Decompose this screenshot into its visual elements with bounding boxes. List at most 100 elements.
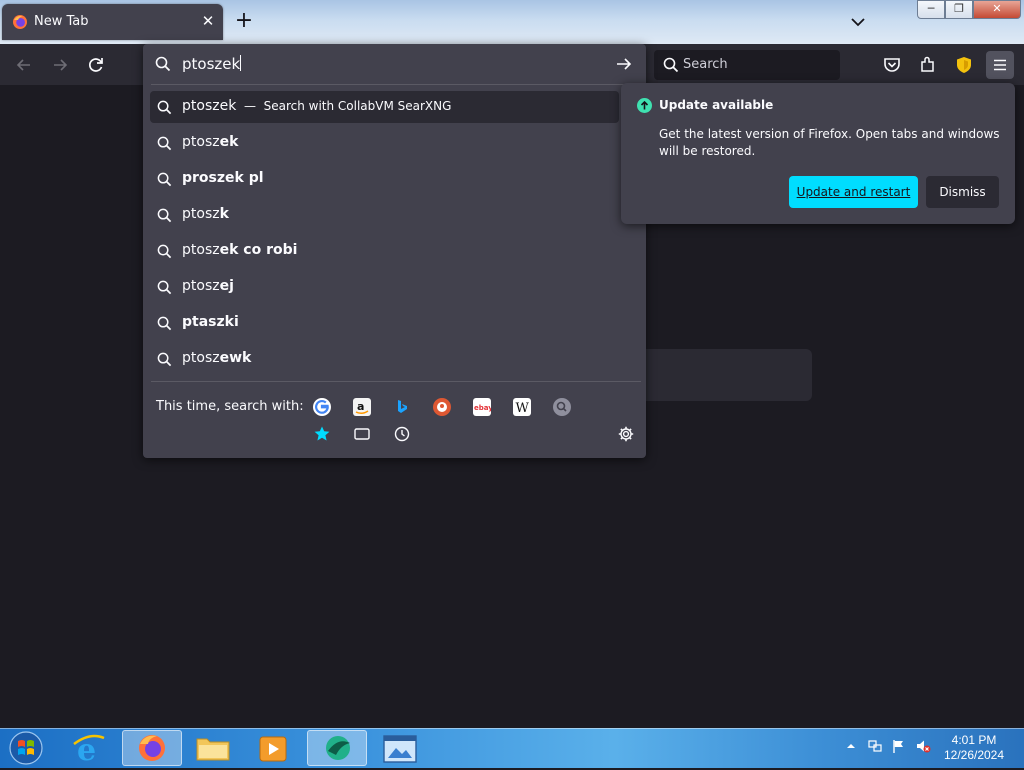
suggestion-row[interactable]: ptoszek co robi (150, 235, 619, 267)
close-window-button[interactable]: ✕ (973, 0, 1021, 19)
extensions-icon[interactable] (914, 51, 942, 79)
suggestion-prefix: ptosz (182, 350, 220, 366)
taskbar-firefox[interactable] (122, 730, 182, 766)
update-doorhanger: Update available Get the latest version … (621, 83, 1015, 224)
doorhanger-message: Get the latest version of Firefox. Open … (659, 127, 1000, 158)
new-tab-card (646, 349, 812, 401)
separator: — (243, 99, 256, 113)
taskbar-file-explorer[interactable] (183, 730, 243, 766)
pocket-icon[interactable] (878, 51, 906, 79)
suggestion-prefix: ptosz (182, 134, 220, 150)
search-icon (157, 316, 172, 331)
amazon-icon[interactable]: a (353, 398, 371, 416)
reload-icon[interactable] (83, 52, 109, 78)
search-icon (157, 172, 172, 187)
bing-icon[interactable] (393, 398, 411, 416)
internet-explorer-icon: e (73, 733, 105, 768)
tab-title: New Tab (34, 14, 89, 29)
clock-date: 12/26/2024 (943, 748, 1005, 762)
suggestion-row[interactable]: ptoszej (150, 271, 619, 303)
close-tab-icon[interactable]: ✕ (198, 11, 218, 31)
star-icon[interactable] (313, 425, 331, 443)
new-tab-button[interactable]: + (232, 10, 256, 34)
suggestion-text: ptoszek co robi (182, 242, 297, 258)
minimize-button[interactable]: ─ (917, 0, 945, 19)
update-and-restart-button[interactable]: Update and restart (789, 176, 918, 208)
search-action-row[interactable]: ptoszek — Search with CollabVM SearXNG (150, 91, 619, 123)
suggestion-completion: ek co robi (219, 242, 298, 258)
shield-extension-icon[interactable] (950, 51, 978, 79)
search-icon (663, 57, 679, 73)
network-icon[interactable] (867, 738, 883, 754)
url-input[interactable]: ptoszek (143, 44, 646, 84)
collabvm-icon (326, 736, 350, 760)
update-arrow-icon (637, 98, 652, 113)
suggestion-text: ptoszek (182, 134, 238, 150)
suggestion-row[interactable]: ptaszki (150, 307, 619, 339)
hamburger-icon (994, 59, 1006, 71)
search-action-text: — Search with CollabVM SearXNG (236, 99, 451, 113)
suggestion-text: proszek pl (182, 170, 264, 186)
suggestion-row[interactable]: ptoszk (150, 199, 619, 231)
dismiss-button[interactable]: Dismiss (926, 176, 999, 208)
clock-time: 4:01 PM (951, 733, 997, 747)
suggestion-completion: ek (219, 134, 239, 150)
suggestion-row[interactable]: ptoszek (150, 127, 619, 159)
google-icon[interactable] (313, 398, 331, 416)
suggestion-completion: proszek pl (182, 170, 264, 186)
divider (151, 84, 641, 85)
app-menu-button[interactable] (986, 51, 1014, 79)
suggestion-prefix: ptosz (182, 242, 220, 258)
forward-icon[interactable] (47, 52, 73, 78)
suggestion-prefix: ptosz (182, 206, 220, 222)
search-icon (157, 244, 172, 259)
firefox-icon (13, 15, 27, 29)
window-controls: ─ ❐ ✕ (917, 0, 1021, 19)
wikipedia-icon[interactable]: W (513, 398, 531, 416)
taskbar-internet-explorer[interactable]: e (60, 730, 120, 768)
media-player-icon (259, 736, 287, 762)
start-button[interactable] (6, 730, 46, 766)
clock-icon[interactable] (393, 425, 411, 443)
action-center-flag-icon[interactable] (891, 738, 907, 754)
search-icon (157, 352, 172, 367)
suggestion-row[interactable]: ptoszewk (150, 343, 619, 375)
title-bar: New Tab ✕ + ─ ❐ ✕ (0, 0, 1024, 44)
tabs-icon[interactable] (353, 425, 371, 443)
taskbar-collabvm[interactable] (307, 730, 367, 766)
search-icon (157, 136, 172, 151)
suggestion-text: ptoszk (182, 206, 229, 222)
search-bar[interactable]: Search (654, 50, 840, 80)
url-input-value: ptoszek (182, 55, 241, 73)
search-icon (157, 208, 172, 223)
searxng-icon[interactable] (553, 398, 571, 416)
taskbar-media-player[interactable] (243, 730, 303, 766)
suggestion-completion: ptaszki (182, 314, 239, 330)
desktop-window-icon (383, 735, 417, 763)
suggestion-completion: ewk (219, 350, 252, 366)
back-icon[interactable] (11, 52, 37, 78)
suggestion-completion: k (219, 206, 229, 222)
tab-new-tab[interactable]: New Tab ✕ (2, 4, 223, 40)
search-icon (157, 100, 172, 115)
show-hidden-icons-icon[interactable] (843, 738, 859, 754)
duckduckgo-icon[interactable] (433, 398, 451, 416)
ebay-icon[interactable]: ebay (473, 398, 493, 416)
one-off-search-buttons: This time, search with: a ebay W (143, 384, 646, 458)
suggestion-text: ptoszewk (182, 350, 251, 366)
suggestion-prefix: ptoszek (182, 98, 237, 114)
gear-icon[interactable] (617, 425, 635, 443)
search-placeholder: Search (683, 57, 728, 72)
chevron-down-icon[interactable] (846, 10, 870, 34)
system-clock[interactable]: 4:01 PM 12/26/2024 (934, 733, 1014, 763)
maximize-button[interactable]: ❐ (945, 0, 973, 19)
taskbar-window[interactable] (370, 730, 430, 766)
firefox-icon (139, 735, 165, 761)
one-off-label: This time, search with: (156, 399, 304, 414)
suggestion-text: ptoszek — Search with CollabVM SearXNG (182, 98, 451, 114)
go-arrow-icon[interactable] (615, 55, 633, 73)
search-icon (157, 280, 172, 295)
suggestion-row[interactable]: proszek pl (150, 163, 619, 195)
action-label: Search with CollabVM SearXNG (263, 99, 452, 113)
volume-muted-icon[interactable] (915, 738, 931, 754)
